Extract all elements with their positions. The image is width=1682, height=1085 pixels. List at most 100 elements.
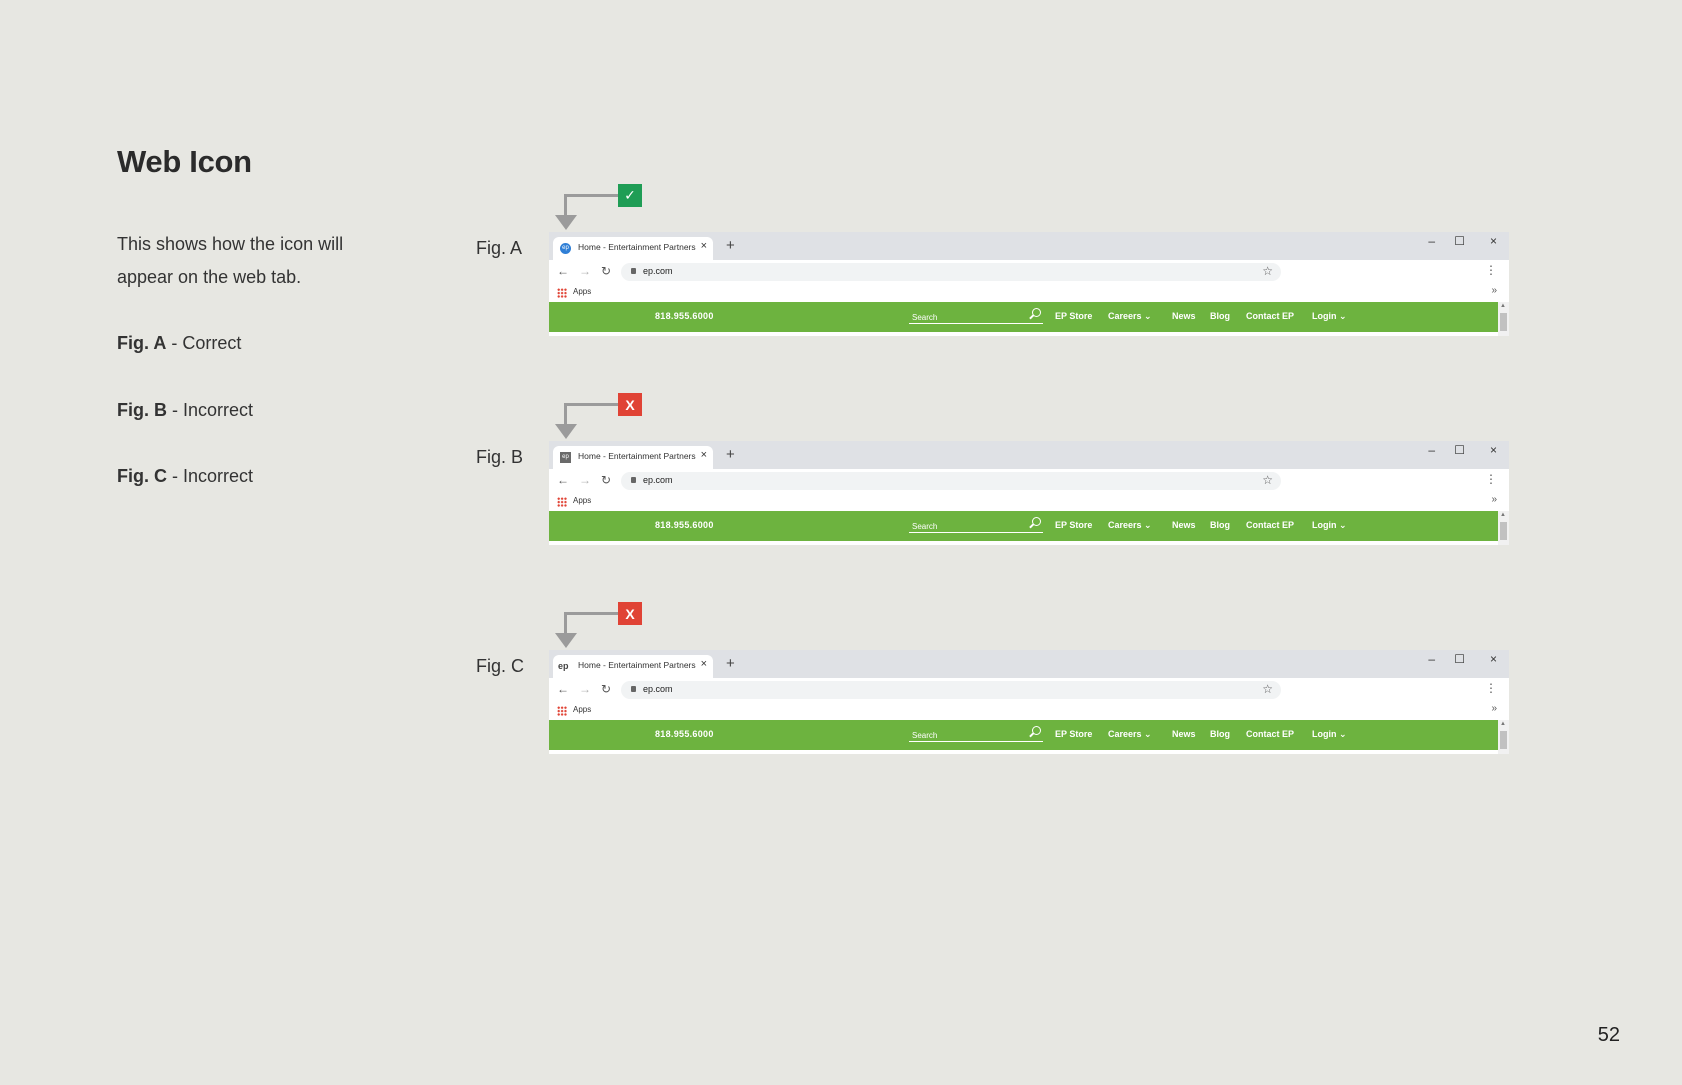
scrollbar[interactable]: ▲ [1498,720,1509,754]
scroll-up-icon[interactable]: ▲ [1500,721,1506,727]
site-search-input[interactable]: Search [909,517,1043,533]
maximize-icon[interactable]: ☐ [1454,234,1465,248]
forward-icon[interactable]: → [579,473,591,487]
browser-menu-icon[interactable]: ⋮ [1485,472,1497,486]
tab-title: Home - Entertainment Partners [578,660,696,670]
address-bar[interactable]: ep.com ☆ [621,263,1281,281]
bookmark-apps[interactable]: Apps [573,496,591,505]
site-nav-item[interactable]: Login ⌄ [1312,520,1347,531]
minimize-icon[interactable]: – [1428,234,1435,248]
site-search-input[interactable]: Search [909,726,1043,742]
legend-fig-a-label: Fig. A [117,333,167,353]
legend-fig-a: Fig. A - Correct [117,333,241,354]
bookmark-apps[interactable]: Apps [573,287,591,296]
browser-tab[interactable]: ep Home - Entertainment Partners × [553,237,713,260]
site-nav-item[interactable]: Contact EP [1246,520,1294,530]
site-nav-item[interactable]: News [1172,520,1196,530]
site-nav-item[interactable]: EP Store [1055,311,1092,321]
site-nav-item[interactable]: News [1172,311,1196,321]
site-nav-item[interactable]: Blog [1210,729,1230,739]
arrow-down-icon [555,424,577,439]
bookmark-star-icon[interactable]: ☆ [1262,682,1273,696]
scrollbar[interactable]: ▲ [1498,511,1509,545]
maximize-icon[interactable]: ☐ [1454,443,1465,457]
site-nav-item[interactable]: Careers ⌄ [1108,520,1152,531]
back-icon[interactable]: ← [557,473,569,487]
legend-fig-a-text: - Correct [166,333,242,353]
bookmark-apps[interactable]: Apps [573,705,591,714]
reload-icon[interactable]: ↻ [601,264,611,278]
new-tab-button[interactable]: + [726,447,735,462]
window-close-icon[interactable]: × [1490,443,1497,457]
browser-toolbar: ← → ↻ ep.com ☆ ⋮ [549,260,1509,284]
address-bar[interactable]: ep.com ☆ [621,472,1281,490]
window-close-icon[interactable]: × [1490,652,1497,666]
search-icon[interactable] [1032,726,1041,735]
scroll-up-icon[interactable]: ▲ [1500,303,1506,309]
tab-title: Home - Entertainment Partners [578,242,696,252]
search-icon[interactable] [1032,308,1041,317]
back-icon[interactable]: ← [557,264,569,278]
url-text: ep.com [643,684,673,694]
tab-strip: ep Home - Entertainment Partners × + – ☐… [549,650,1509,678]
apps-grid-icon[interactable] [557,288,567,298]
site-nav-item[interactable]: Blog [1210,520,1230,530]
bookmark-star-icon[interactable]: ☆ [1262,473,1273,487]
bookmark-star-icon[interactable]: ☆ [1262,264,1273,278]
legend-fig-b-label: Fig. B [117,400,167,420]
close-tab-icon[interactable]: × [701,658,707,670]
site-nav-item[interactable]: EP Store [1055,520,1092,530]
site-nav-item[interactable]: Contact EP [1246,311,1294,321]
tab-title: Home - Entertainment Partners [578,451,696,461]
bookmarks-bar: Apps » [549,493,1509,511]
apps-grid-icon[interactable] [557,706,567,716]
minimize-icon[interactable]: – [1428,652,1435,666]
apps-grid-icon[interactable] [557,497,567,507]
site-nav-item[interactable]: Contact EP [1246,729,1294,739]
figure-label: Fig. B [476,447,524,467]
scroll-thumb[interactable] [1500,313,1507,331]
site-nav-item[interactable]: Blog [1210,311,1230,321]
scroll-up-icon[interactable]: ▲ [1500,512,1506,518]
scrollbar[interactable]: ▲ [1498,302,1509,336]
maximize-icon[interactable]: ☐ [1454,652,1465,666]
search-icon[interactable] [1032,517,1041,526]
bookmarks-bar: Apps » [549,284,1509,302]
site-nav-item[interactable]: Careers ⌄ [1108,311,1152,322]
browser-menu-icon[interactable]: ⋮ [1485,681,1497,695]
tab-strip: ep Home - Entertainment Partners × + – ☐… [549,232,1509,260]
new-tab-button[interactable]: + [726,656,735,671]
site-nav-item[interactable]: EP Store [1055,729,1092,739]
site-phone[interactable]: 818.955.6000 [655,520,714,530]
bookmarks-overflow-icon[interactable]: » [1491,285,1497,296]
browser-tab[interactable]: ep Home - Entertainment Partners × [553,655,713,678]
scroll-thumb[interactable] [1500,522,1507,540]
browser-menu-icon[interactable]: ⋮ [1485,263,1497,277]
forward-icon[interactable]: → [579,682,591,696]
close-tab-icon[interactable]: × [701,449,707,461]
reload-icon[interactable]: ↻ [601,473,611,487]
site-phone[interactable]: 818.955.6000 [655,729,714,739]
scroll-thumb[interactable] [1500,731,1507,749]
site-nav-item[interactable]: News [1172,729,1196,739]
browser-window: ep Home - Entertainment Partners × + – ☐… [549,650,1509,754]
indicator-line [564,612,567,634]
site-phone[interactable]: 818.955.6000 [655,311,714,321]
reload-icon[interactable]: ↻ [601,682,611,696]
site-nav-item[interactable]: Login ⌄ [1312,311,1347,322]
forward-icon[interactable]: → [579,264,591,278]
page-title: Web Icon [117,144,252,179]
window-close-icon[interactable]: × [1490,234,1497,248]
site-search-input[interactable]: Search [909,308,1043,324]
address-bar[interactable]: ep.com ☆ [621,681,1281,699]
bookmarks-overflow-icon[interactable]: » [1491,703,1497,714]
minimize-icon[interactable]: – [1428,443,1435,457]
bookmarks-overflow-icon[interactable]: » [1491,494,1497,505]
legend-fig-c: Fig. C - Incorrect [117,466,253,487]
site-nav-item[interactable]: Login ⌄ [1312,729,1347,740]
close-tab-icon[interactable]: × [701,240,707,252]
browser-tab[interactable]: ep Home - Entertainment Partners × [553,446,713,469]
back-icon[interactable]: ← [557,682,569,696]
new-tab-button[interactable]: + [726,238,735,253]
site-nav-item[interactable]: Careers ⌄ [1108,729,1152,740]
